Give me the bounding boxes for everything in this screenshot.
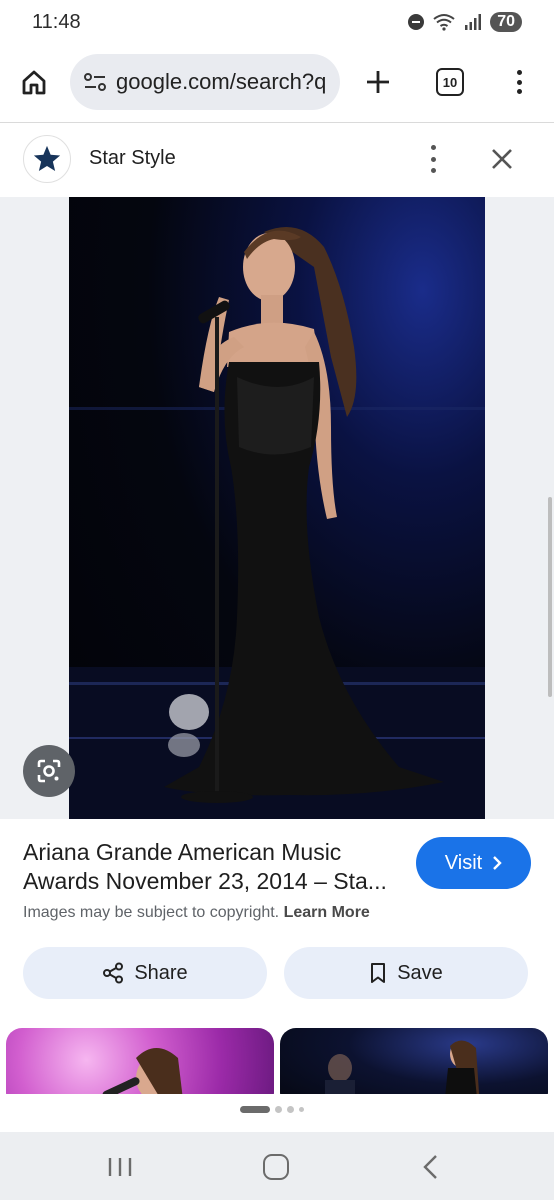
- status-bar: 11:48 70: [0, 0, 554, 44]
- source-logo[interactable]: [23, 135, 71, 183]
- source-more-icon[interactable]: [428, 145, 438, 173]
- more-vert-icon[interactable]: [505, 66, 533, 98]
- page-dot: [287, 1106, 294, 1113]
- related-images: [0, 1028, 554, 1094]
- new-tab-button[interactable]: [362, 66, 394, 98]
- result-title[interactable]: Ariana Grande American Music Awards Nove…: [23, 838, 403, 896]
- visit-label: Visit: [444, 851, 483, 874]
- star-icon: [33, 145, 61, 171]
- save-button[interactable]: Save: [284, 947, 528, 999]
- scrollbar[interactable]: [548, 497, 552, 697]
- main-image[interactable]: [69, 197, 485, 819]
- save-label: Save: [397, 961, 443, 984]
- url-text: google.com/search?q: [116, 69, 327, 94]
- share-button[interactable]: Share: [23, 947, 267, 999]
- new-tab-icon: [367, 71, 389, 93]
- status-icons: 70: [408, 12, 522, 32]
- do-not-disturb-icon: [408, 14, 425, 30]
- image-viewer: [0, 197, 554, 819]
- close-icon[interactable]: [488, 145, 516, 173]
- nav-home-icon[interactable]: [263, 1154, 289, 1180]
- wifi-icon: [433, 14, 455, 31]
- recents-icon[interactable]: [106, 1156, 134, 1178]
- related-image-thumbnail[interactable]: [280, 1028, 548, 1094]
- back-icon[interactable]: [420, 1154, 444, 1180]
- share-icon: [103, 962, 124, 984]
- copyright-text: Images may be subject to copyright.: [23, 904, 280, 921]
- battery-level: 70: [490, 12, 522, 32]
- site-settings-icon[interactable]: [82, 69, 108, 95]
- address-bar[interactable]: google.com/search?q: [70, 54, 340, 110]
- performer-illustration: [69, 227, 485, 819]
- tab-switcher-button[interactable]: 10: [436, 68, 464, 96]
- related-image-art: [102, 1048, 183, 1094]
- signal-icon: [465, 14, 482, 30]
- related-image-art: [325, 1040, 480, 1094]
- system-nav-bar: [0, 1132, 554, 1200]
- page-indicator: [240, 1106, 304, 1113]
- home-button[interactable]: [18, 66, 50, 98]
- bookmark-icon: [371, 963, 386, 983]
- lens-button[interactable]: [23, 745, 75, 797]
- share-label: Share: [134, 961, 188, 984]
- page-dot: [299, 1107, 304, 1112]
- source-name[interactable]: Star Style: [89, 147, 176, 170]
- home-icon: [22, 70, 46, 95]
- page-dot-active: [240, 1106, 270, 1113]
- browser-toolbar: google.com/search?q 10: [0, 52, 554, 112]
- copyright-notice: Images may be subject to copyright. Lear…: [23, 904, 370, 922]
- page-dot: [275, 1106, 282, 1113]
- google-lens-icon: [37, 759, 61, 783]
- related-image-thumbnail[interactable]: [6, 1028, 274, 1094]
- status-time: 11:48: [32, 10, 81, 33]
- chevron-right-icon: [493, 856, 502, 870]
- visit-button[interactable]: Visit: [416, 837, 531, 889]
- source-header: Star Style: [0, 123, 554, 197]
- learn-more-link[interactable]: Learn More: [284, 904, 370, 921]
